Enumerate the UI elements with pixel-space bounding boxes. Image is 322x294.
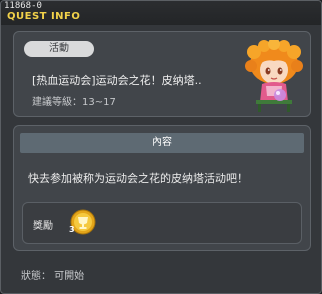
reward-label: 獎勵	[33, 221, 53, 232]
quest-status: 狀態： 可開始	[21, 271, 85, 282]
reward-count: 3	[69, 225, 75, 234]
content-panel: 內容 快去参加被称为运动会之花的皮纳塔活动吧！ 獎勵 3	[13, 125, 311, 251]
trophy-icon[interactable]	[70, 209, 96, 239]
quest-info-window: 11868-0 QUEST INFO 活動 [热血运动会]运动会之花！皮纳塔..…	[0, 0, 322, 294]
title-bar[interactable]: 11868-0 QUEST INFO	[1, 1, 321, 25]
quest-description: 快去参加被称为运动会之花的皮纳塔活动吧！	[28, 172, 248, 185]
reward-box: 獎勵 3	[22, 202, 302, 244]
category-badge: 活動	[24, 41, 94, 57]
quest-summary-panel: 活動 [热血运动会]运动会之花！皮纳塔.. 建議等級：13~17	[13, 31, 311, 117]
recommended-level: 建議等級：13~17	[32, 97, 116, 108]
quest-name: [热血运动会]运动会之花！皮纳塔..	[32, 74, 202, 87]
window-title: QUEST INFO	[7, 11, 81, 22]
npc-portrait-icon	[245, 40, 303, 112]
quest-id: 11868-0	[4, 1, 42, 11]
content-section-header: 內容	[20, 133, 304, 153]
